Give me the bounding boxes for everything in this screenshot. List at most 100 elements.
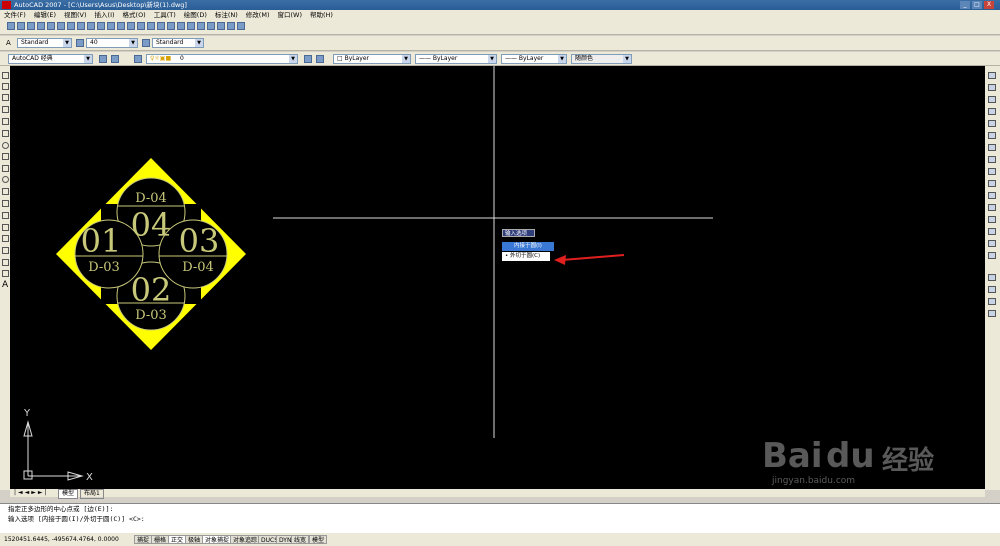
grid-toggle[interactable]: 栅格 xyxy=(151,535,170,544)
menu-file[interactable]: 文件(F) xyxy=(0,10,30,21)
workspace-settings-icon[interactable] xyxy=(99,55,107,63)
menu-draw[interactable]: 绘图(D) xyxy=(180,10,211,21)
arc-icon[interactable] xyxy=(2,130,9,137)
command-window[interactable]: 指定正多边形的中心点或 [边(E)]: 输入选项 [内接于圆(I)/外切于圆(C… xyxy=(0,503,1000,533)
ortho-toggle[interactable]: 正交 xyxy=(168,535,187,544)
option-circumscribed[interactable]: • 外切于圆(C) xyxy=(502,252,550,261)
layer-manager-icon[interactable] xyxy=(134,55,142,63)
text-height-select[interactable]: 40 ▼ xyxy=(86,38,138,48)
color-select[interactable]: □ ByLayer ▼ xyxy=(333,54,411,64)
circle-icon[interactable] xyxy=(2,142,9,149)
workspace-select[interactable]: AutoCAD 经典 ▼ xyxy=(8,54,93,64)
bring-front-icon[interactable] xyxy=(988,286,996,293)
explode-icon[interactable] xyxy=(988,252,996,259)
rectangle-icon[interactable] xyxy=(2,118,9,125)
my-workspace-icon[interactable] xyxy=(111,55,119,63)
array-icon[interactable] xyxy=(988,120,996,127)
preview-icon[interactable] xyxy=(47,22,55,30)
publish-icon[interactable] xyxy=(57,22,65,30)
spline-icon[interactable] xyxy=(2,165,9,172)
model-toggle[interactable]: 模型 xyxy=(309,535,328,544)
pan-icon[interactable] xyxy=(137,22,145,30)
coordinate-readout[interactable]: 1520451.6445, -495674.4764, 0.0000 xyxy=(4,533,119,546)
text-style-select[interactable]: Standard ▼ xyxy=(17,38,72,48)
zoom-realtime-icon[interactable] xyxy=(147,22,155,30)
tab-nav-arrows[interactable]: |◄◄►►| xyxy=(14,489,49,497)
menu-help[interactable]: 帮助(H) xyxy=(306,10,337,21)
snap-toggle[interactable]: 捕捉 xyxy=(134,535,153,544)
markup-icon[interactable] xyxy=(217,22,225,30)
menu-window[interactable]: 窗口(W) xyxy=(273,10,306,21)
insert-block-icon[interactable] xyxy=(2,200,9,207)
break-icon[interactable] xyxy=(988,204,996,211)
ellipse-icon[interactable] xyxy=(2,176,9,183)
maximize-button[interactable]: □ xyxy=(972,1,982,9)
tab-layout1[interactable]: 布局1 xyxy=(80,489,104,499)
undo-icon[interactable] xyxy=(117,22,125,30)
option-inscribed[interactable]: 内接于圆(I) xyxy=(502,242,554,251)
mirror-icon[interactable] xyxy=(988,96,996,103)
copy-icon[interactable] xyxy=(77,22,85,30)
lineweight-toggle[interactable]: 线宽 xyxy=(291,535,310,544)
join-icon[interactable] xyxy=(988,216,996,223)
menu-modify[interactable]: 修改(M) xyxy=(242,10,274,21)
redo-icon[interactable] xyxy=(127,22,135,30)
properties-icon[interactable] xyxy=(177,22,185,30)
offset-icon[interactable] xyxy=(988,108,996,115)
copy-object-icon[interactable] xyxy=(988,84,996,91)
move-icon[interactable] xyxy=(988,132,996,139)
stretch-icon[interactable] xyxy=(988,168,996,175)
polyline-icon[interactable] xyxy=(2,94,9,101)
construction-line-icon[interactable] xyxy=(2,83,9,90)
gradient-icon[interactable] xyxy=(2,247,9,254)
cut-icon[interactable] xyxy=(67,22,75,30)
plotstyle-select[interactable]: 随颜色 ▼ xyxy=(571,54,632,64)
command-prompt-line[interactable]: 输入选项 [内接于圆(I)/外切于圆(C)] <C>: xyxy=(0,514,1000,524)
plot-icon[interactable] xyxy=(37,22,45,30)
send-back-icon[interactable] xyxy=(988,298,996,305)
fillet-icon[interactable] xyxy=(988,240,996,247)
draworder-icon[interactable] xyxy=(988,274,996,281)
table-icon[interactable] xyxy=(2,270,9,277)
rotate-icon[interactable] xyxy=(988,144,996,151)
make-current-layer-icon[interactable] xyxy=(304,55,312,63)
help-icon[interactable] xyxy=(237,22,245,30)
drawing-canvas[interactable]: D-04 04 01 03 D-03 D-04 02 D-03 Y X Bai … xyxy=(10,66,985,490)
layer-previous-icon[interactable] xyxy=(316,55,324,63)
bring-above-icon[interactable] xyxy=(988,310,996,317)
hatch-icon[interactable] xyxy=(2,235,9,242)
otrack-toggle[interactable]: 对象追踪 xyxy=(230,535,261,544)
block-editor-icon[interactable] xyxy=(107,22,115,30)
match-properties-icon[interactable] xyxy=(97,22,105,30)
line-icon[interactable] xyxy=(2,72,9,79)
paste-icon[interactable] xyxy=(87,22,95,30)
dim-style-select[interactable]: Standard ▼ xyxy=(152,38,204,48)
linetype-select[interactable]: —— ByLayer ▼ xyxy=(415,54,497,64)
tab-model[interactable]: 模型 xyxy=(58,489,79,499)
ellipse-arc-icon[interactable] xyxy=(2,188,9,195)
make-block-icon[interactable] xyxy=(2,212,9,219)
lineweight-select[interactable]: —— ByLayer ▼ xyxy=(501,54,567,64)
polygon-icon[interactable] xyxy=(2,106,9,113)
erase-icon[interactable] xyxy=(988,72,996,79)
menu-insert[interactable]: 插入(I) xyxy=(91,10,119,21)
scale-icon[interactable] xyxy=(988,156,996,163)
calculator-icon[interactable] xyxy=(227,22,235,30)
menu-edit[interactable]: 编辑(E) xyxy=(30,10,60,21)
new-icon[interactable] xyxy=(7,22,15,30)
multiline-text-icon[interactable]: A xyxy=(2,280,8,290)
revision-cloud-icon[interactable] xyxy=(2,153,9,160)
chamfer-icon[interactable] xyxy=(988,228,996,235)
layer-select[interactable]: ♀☼▣■ 0 ▼ xyxy=(146,54,298,64)
close-button[interactable]: X xyxy=(984,1,994,9)
polar-toggle[interactable]: 极轴 xyxy=(185,535,204,544)
extend-icon[interactable] xyxy=(988,192,996,199)
osnap-toggle[interactable]: 对象捕捉 xyxy=(202,535,233,544)
zoom-previous-icon[interactable] xyxy=(167,22,175,30)
region-icon[interactable] xyxy=(2,259,9,266)
point-icon[interactable] xyxy=(2,224,9,231)
design-center-icon[interactable] xyxy=(187,22,195,30)
menu-format[interactable]: 格式(O) xyxy=(119,10,150,21)
menu-dimension[interactable]: 标注(N) xyxy=(211,10,242,21)
menu-tools[interactable]: 工具(T) xyxy=(150,10,180,21)
